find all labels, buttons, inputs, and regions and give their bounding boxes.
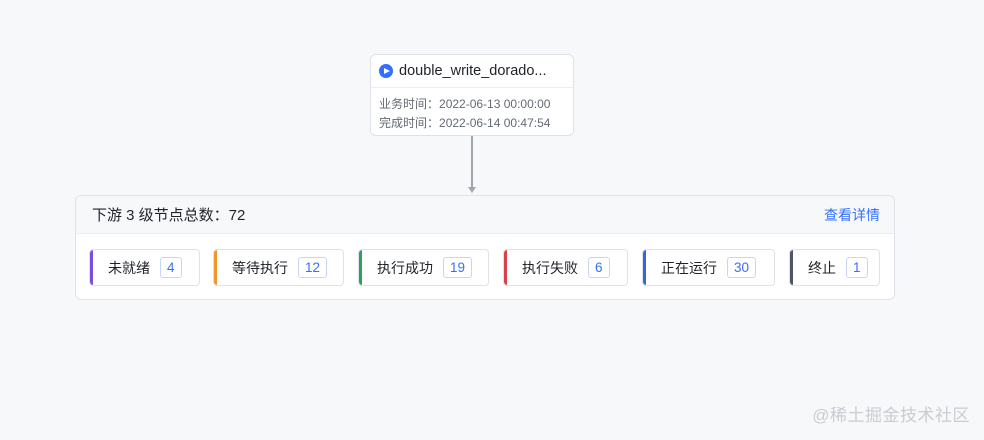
status-card-not-ready[interactable]: 未就绪 4 [89, 249, 200, 286]
status-label: 等待执行 [232, 259, 288, 276]
finish-time-row: 完成时间：2022-06-14 00:47:54 [379, 114, 565, 133]
status-color-bar [90, 250, 93, 285]
task-name[interactable]: double_write_dorado... [399, 63, 547, 79]
status-color-bar [790, 250, 793, 285]
status-label: 未就绪 [108, 259, 150, 276]
watermark: @稀土掘金技术社区 [812, 406, 970, 425]
status-label: 终止 [808, 259, 836, 276]
dependency-edge [471, 136, 473, 189]
status-count: 6 [588, 257, 610, 278]
status-card-running[interactable]: 正在运行 30 [642, 249, 775, 286]
dag-canvas: double_write_dorado... 业务时间：2022-06-13 0… [0, 0, 984, 440]
edge-arrow-icon [468, 187, 476, 193]
status-card-waiting[interactable]: 等待执行 12 [213, 249, 344, 286]
status-count: 4 [160, 257, 182, 278]
status-card-succeeded[interactable]: 执行成功 19 [358, 249, 489, 286]
business-time-value: 2022-06-13 00:00:00 [439, 97, 551, 111]
downstream-panel-header: 下游 3 级节点总数：72 查看详情 [76, 196, 894, 234]
business-time-label: 业务时间： [379, 97, 440, 111]
status-card-terminated[interactable]: 终止 1 [789, 249, 880, 286]
status-count: 19 [443, 257, 473, 278]
downstream-panel: 下游 3 级节点总数：72 查看详情 未就绪 4 等待执行 12 执行成功 19… [75, 195, 895, 300]
status-count: 30 [727, 257, 757, 278]
status-label: 执行失败 [522, 259, 578, 276]
task-node-body: 业务时间：2022-06-13 00:00:00 完成时间：2022-06-14… [371, 88, 573, 133]
downstream-title: 下游 3 级节点总数：72 [92, 207, 246, 224]
status-count: 1 [846, 257, 868, 278]
finish-time-label: 完成时间： [379, 116, 440, 130]
finish-time-value: 2022-06-14 00:47:54 [439, 116, 551, 130]
status-color-bar [504, 250, 507, 285]
status-label: 正在运行 [661, 259, 717, 276]
status-count: 12 [298, 257, 328, 278]
task-node[interactable]: double_write_dorado... 业务时间：2022-06-13 0… [370, 54, 574, 136]
play-icon [379, 64, 393, 78]
business-time-row: 业务时间：2022-06-13 00:00:00 [379, 95, 565, 114]
task-node-header[interactable]: double_write_dorado... [371, 55, 573, 88]
status-color-bar [214, 250, 217, 285]
status-card-failed[interactable]: 执行失败 6 [503, 249, 628, 286]
view-details-link[interactable]: 查看详情 [824, 205, 880, 225]
status-label: 执行成功 [377, 259, 433, 276]
status-list: 未就绪 4 等待执行 12 执行成功 19 执行失败 6 正在运行 30 终止 … [76, 234, 894, 300]
status-color-bar [359, 250, 362, 285]
status-color-bar [643, 250, 646, 285]
